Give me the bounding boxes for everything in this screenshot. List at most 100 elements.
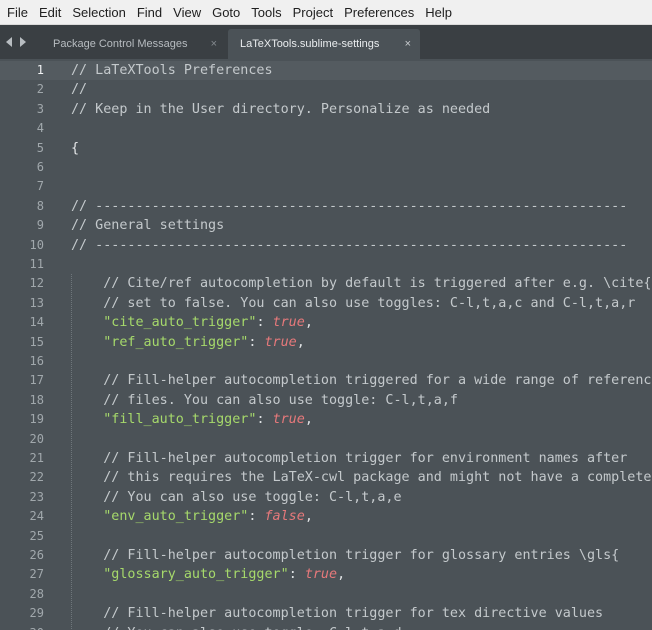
code-token-bool: true — [272, 315, 305, 331]
line-number: 14 — [29, 315, 44, 330]
menu-item-selection[interactable]: Selection — [67, 0, 131, 25]
code-token-brace: { — [71, 140, 80, 156]
line-number: 23 — [29, 489, 44, 504]
code-line: // General settings — [71, 216, 224, 235]
code-token-punct: : — [248, 334, 265, 350]
code-token-comment: // LaTeXTools Preferences — [71, 63, 273, 78]
menu-item-file[interactable]: File — [2, 0, 34, 25]
line-number: 26 — [29, 548, 44, 562]
tab-navigation — [4, 25, 28, 59]
code-token-punct: , — [304, 315, 313, 331]
code-token-string: "cite_auto_trigger" — [103, 315, 257, 331]
line-number: 13 — [29, 295, 44, 310]
line-number: 8 — [36, 198, 44, 213]
code-token-comment: // Fill-helper autocompletion trigger fo… — [103, 548, 620, 563]
menu-item-find[interactable]: Find — [132, 0, 168, 25]
menu-item-view[interactable]: View — [168, 0, 207, 25]
code-line: // Fill-helper autocompletion trigger fo… — [71, 449, 627, 468]
code-token-string: "env_auto_trigger" — [103, 509, 249, 525]
code-token-punct: , — [304, 509, 313, 525]
code-line: // set to false. You can also use toggle… — [71, 294, 635, 313]
tab-latextools-settings[interactable]: LaTeXTools.sublime-settings × — [228, 29, 420, 59]
line-number: 11 — [29, 257, 44, 271]
tab-prev-icon[interactable] — [4, 36, 14, 48]
code-token-bool: true — [304, 567, 338, 583]
code-token-punct: : — [288, 567, 305, 583]
code-line: "ref_auto_trigger": true, — [71, 333, 305, 352]
line-number: 22 — [29, 470, 44, 485]
tab-bar: Package Control Messages × LaTeXTools.su… — [0, 25, 652, 59]
code-token-string: "glossary_auto_trigger" — [103, 567, 289, 583]
line-number: 2 — [36, 82, 44, 97]
code-token-comment: // You can also use toggle: C-l,t,a,d — [103, 626, 401, 630]
code-line: // -------------------------------------… — [71, 236, 627, 255]
code-line: // Fill-helper autocompletion triggered … — [71, 371, 652, 390]
code-line: // files. You can also use toggle: C-l,t… — [71, 391, 458, 410]
tab-label: LaTeXTools.sublime-settings — [240, 38, 380, 50]
code-token-comment: // Fill-helper autocompletion triggered … — [103, 373, 652, 389]
code-token-comment: // -------------------------------------… — [71, 198, 628, 214]
code-line: // You can also use toggle: C-l,t,a,d — [71, 624, 401, 630]
line-number: 1 — [36, 63, 44, 77]
line-number: 9 — [36, 218, 44, 233]
menu-item-goto[interactable]: Goto — [207, 0, 246, 25]
line-number: 5 — [36, 140, 44, 155]
code-editor[interactable]: 1 2 3 4 5 6 7 8 9 10 11 12 13 14 15 16 17 18 19 20 21 22 23 24 2… — [0, 59, 652, 630]
code-token-string: "fill_auto_trigger" — [103, 412, 257, 428]
code-line: // — [71, 80, 87, 99]
code-token-comment: // — [71, 82, 88, 98]
code-token-comment: // General settings — [71, 218, 225, 234]
line-number: 19 — [29, 412, 44, 427]
menu-item-project[interactable]: Project — [288, 0, 339, 25]
code-line: "cite_auto_trigger": true, — [71, 313, 313, 332]
code-token-bool: true — [272, 412, 305, 428]
code-token-bool: false — [264, 509, 305, 525]
code-token-comment: // You can also use toggle: C-l,t,a,e — [103, 489, 402, 505]
line-number: 24 — [29, 509, 44, 524]
tab-close-icon[interactable]: × — [211, 29, 217, 59]
line-number: 7 — [36, 179, 44, 194]
code-token-comment: // Fill-helper autocompletion trigger fo… — [103, 606, 604, 622]
code-token-punct: , — [296, 334, 305, 350]
code-line: // You can also use toggle: C-l,t,a,e — [71, 488, 402, 507]
line-number: 16 — [29, 354, 44, 368]
menu-item-tools[interactable]: Tools — [246, 0, 287, 25]
menu-item-preferences[interactable]: Preferences — [339, 0, 420, 25]
line-number: 6 — [36, 160, 44, 174]
code-token-punct: : — [248, 509, 265, 525]
code-line: // LaTeXTools Preferences — [71, 61, 273, 80]
line-number: 10 — [29, 237, 44, 252]
tab-close-icon[interactable]: × — [405, 29, 411, 59]
code-token-comment: // this requires the LaTeX-cwl package a… — [103, 470, 652, 486]
line-number: 30 — [0, 624, 44, 630]
line-number: 3 — [36, 101, 44, 116]
code-line: "env_auto_trigger": false, — [71, 507, 313, 526]
line-number: 18 — [29, 392, 44, 407]
code-token-comment: // -------------------------------------… — [71, 237, 628, 253]
tab-package-control-messages[interactable]: Package Control Messages × — [40, 29, 226, 59]
line-number: 25 — [29, 528, 44, 543]
code-token-punct: , — [304, 412, 313, 428]
code-line: // this requires the LaTeX-cwl package a… — [71, 468, 651, 487]
line-number: 20 — [29, 431, 44, 446]
tab-next-icon[interactable] — [18, 36, 28, 48]
tab-label: Package Control Messages — [53, 38, 188, 50]
code-line: { — [71, 139, 79, 158]
code-token-comment: // set to false. You can also use toggle… — [103, 295, 636, 311]
menu-item-help[interactable]: Help — [420, 0, 458, 25]
code-line: // Fill-helper autocompletion trigger fo… — [71, 604, 603, 623]
code-token-comment: // files. You can also use toggle: C-l,t… — [103, 392, 458, 408]
menu-item-edit[interactable]: Edit — [34, 0, 67, 25]
line-number: 17 — [29, 373, 44, 388]
